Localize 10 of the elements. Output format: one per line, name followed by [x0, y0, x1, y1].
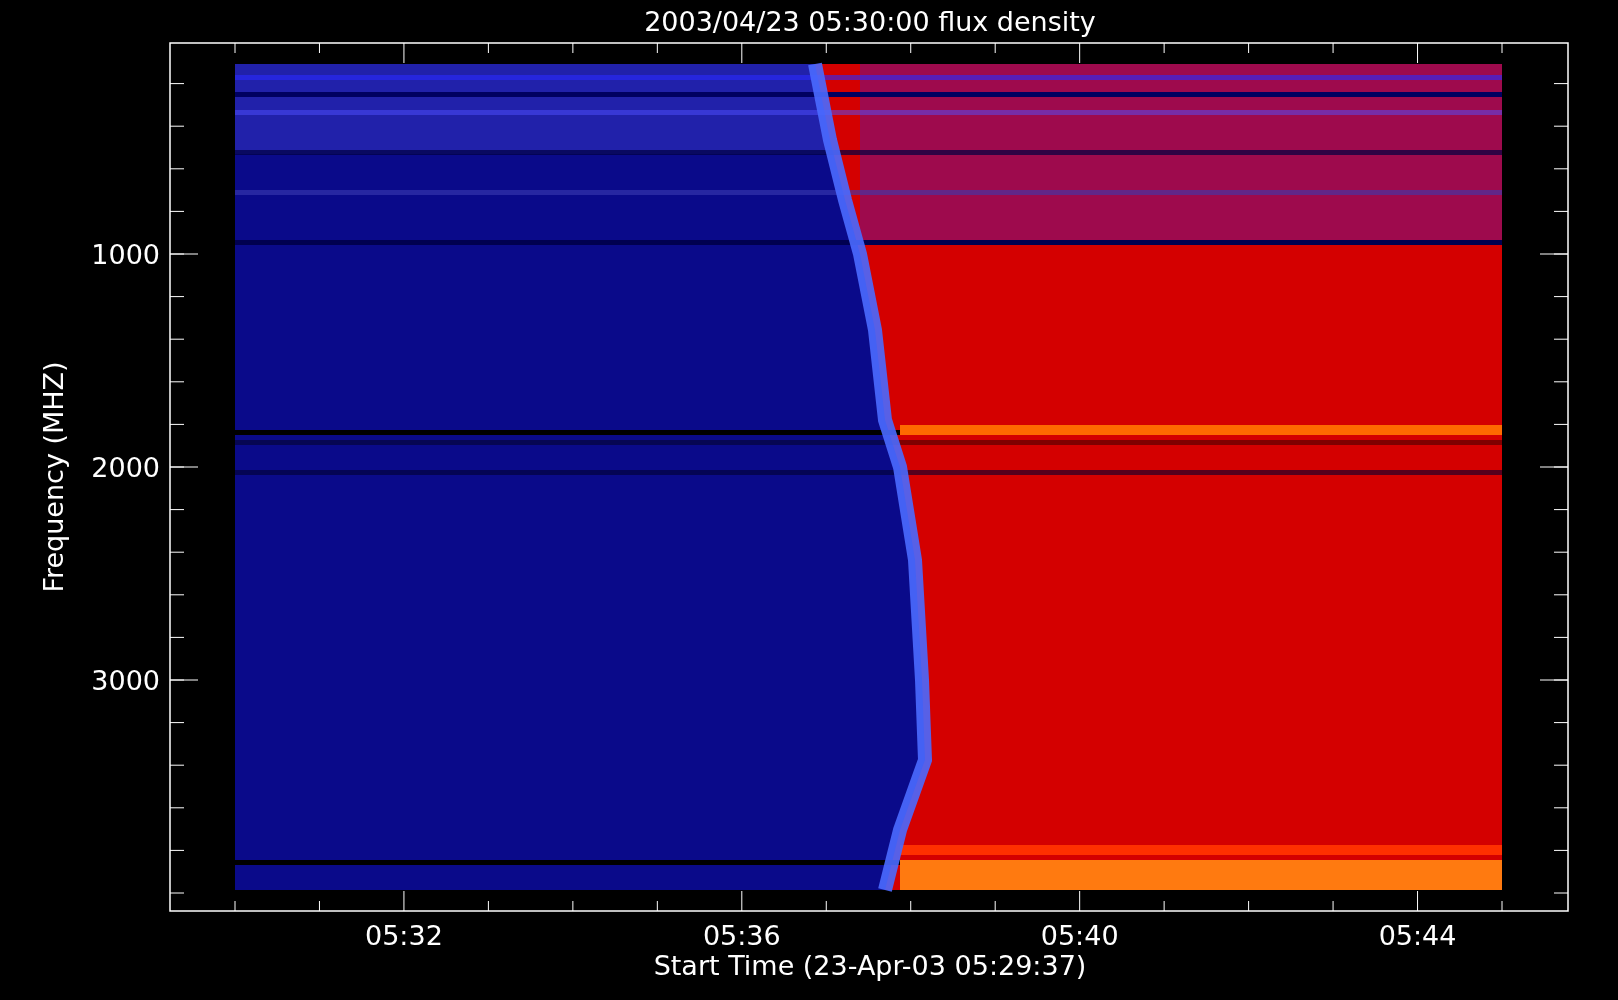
chart-title: 2003/04/23 05:30:00 flux density	[644, 6, 1096, 37]
axis-tick-label: 05:40	[1040, 920, 1119, 951]
axis-title: Start Time (23-Apr-03 05:29:37)	[653, 950, 1087, 981]
axis-tick-label: 05:36	[702, 920, 781, 951]
axis-tick-label: 3000	[91, 665, 160, 696]
axis-tick-label: 2000	[91, 452, 160, 483]
axis-tick-label: 1000	[91, 239, 160, 270]
axis-tick-label: 05:44	[1378, 920, 1457, 951]
axis-title: Frequency (MHZ)	[38, 361, 69, 593]
axis-tick-label: 05:32	[365, 920, 443, 951]
